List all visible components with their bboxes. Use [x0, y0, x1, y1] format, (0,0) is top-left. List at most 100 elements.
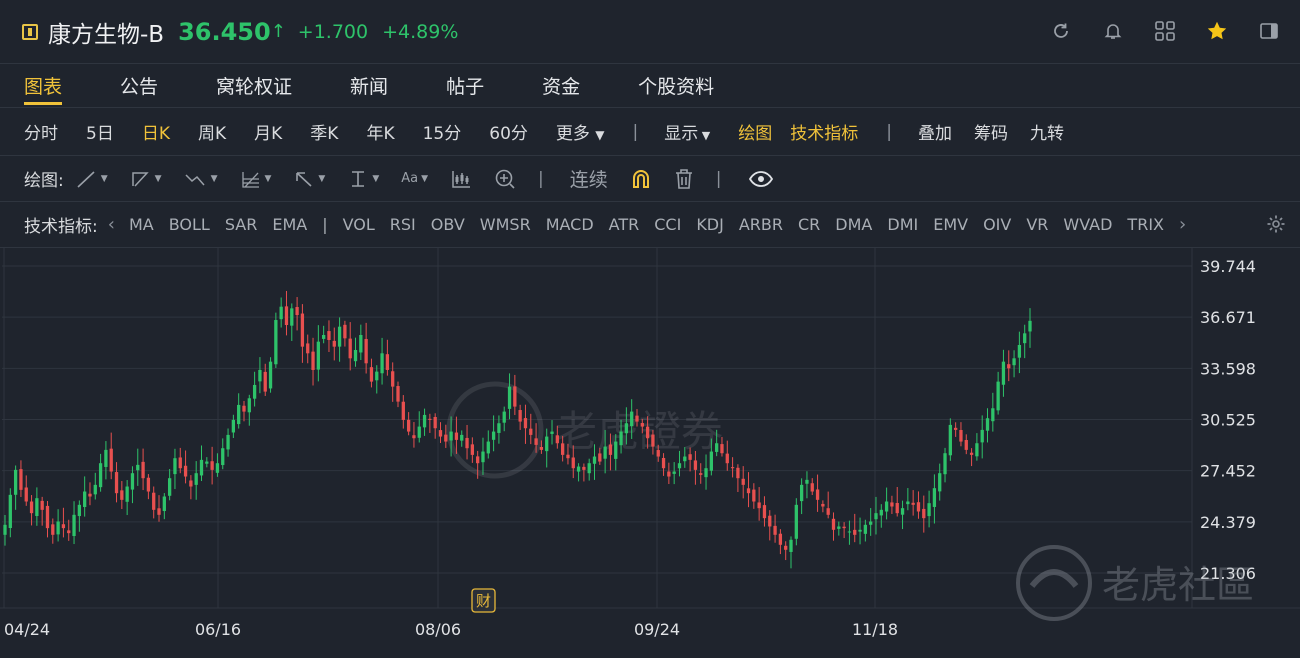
bell-icon[interactable] [1100, 18, 1126, 44]
indicator-ema[interactable]: EMA [272, 215, 307, 234]
tab-news[interactable]: 新闻 [350, 64, 388, 108]
indicator-cr[interactable]: CR [798, 215, 820, 234]
tab-chart[interactable]: 图表 [24, 64, 63, 108]
candle-body [587, 463, 591, 474]
candle-body [789, 539, 793, 552]
period-5day[interactable]: 5日 [86, 119, 114, 144]
period-60min[interactable]: 60分 [489, 119, 528, 144]
chevron-right-icon[interactable]: › [1179, 214, 1186, 235]
candle-body [507, 386, 512, 409]
indicator-kdj[interactable]: KDJ [696, 215, 724, 234]
fib-tool-icon[interactable]: ▼ [240, 169, 271, 189]
candle-body [975, 443, 979, 457]
zoom-in-icon[interactable] [494, 168, 516, 190]
x-tick-label: 11/18 [852, 620, 898, 639]
tab-warrants[interactable]: 窝轮权证 [216, 64, 292, 108]
eye-icon[interactable] [748, 169, 774, 189]
grid-icon[interactable] [1152, 18, 1178, 44]
candle-body [385, 354, 390, 370]
x-axis-labels: 04/24 06/16 08/06 09/24 11/18 [4, 620, 898, 639]
candle-body [736, 467, 740, 479]
indicator-rsi[interactable]: RSI [390, 215, 416, 234]
kline-chart[interactable]: 老虎證券 39.744 36.671 33.598 30.525 27.452 24.37… [0, 248, 1300, 654]
candles [3, 290, 1032, 569]
more-label: 更多 [555, 124, 590, 144]
tab-announcements[interactable]: 公告 [120, 64, 158, 108]
tab-capital[interactable]: 资金 [542, 64, 580, 108]
indicator-arbr[interactable]: ARBR [739, 215, 783, 234]
candle-body [77, 504, 81, 517]
polyline-tool-icon[interactable]: ▼ [130, 169, 162, 189]
candle-tool-icon[interactable] [450, 169, 472, 189]
candle-body [136, 464, 140, 471]
indicators-toggle[interactable]: 技术指标 [790, 119, 858, 144]
indicator-ma[interactable]: MA [129, 215, 154, 234]
wave-tool-icon[interactable]: ▼ [184, 169, 218, 189]
period-monthly[interactable]: 月K [254, 119, 282, 144]
indicator-boll[interactable]: BOLL [169, 215, 210, 234]
display-dropdown[interactable]: 显示 ▼ [664, 119, 710, 144]
candle-body [837, 526, 841, 529]
indicator-vr[interactable]: VR [1026, 215, 1048, 234]
indicator-dmi[interactable]: DMI [887, 215, 918, 234]
text-tool-icon[interactable]: Aa ▼ [401, 171, 428, 186]
period-15min[interactable]: 15分 [423, 119, 462, 144]
period-daily[interactable]: 日K [142, 119, 170, 144]
candle-body [417, 426, 421, 438]
candle-body [810, 483, 814, 492]
indicator-wmsr[interactable]: WMSR [480, 215, 531, 234]
candle-body [614, 441, 618, 459]
candle-body [13, 469, 18, 495]
kline-chart-svg[interactable]: 老虎證券 39.744 36.671 33.598 30.525 27.452 24.37… [0, 248, 1300, 654]
refresh-icon[interactable] [1048, 18, 1074, 44]
candle-body [406, 419, 411, 432]
indicator-dma[interactable]: DMA [835, 215, 872, 234]
indicator-trix[interactable]: TRIX [1127, 215, 1164, 234]
candle-body [141, 461, 145, 479]
star-icon[interactable] [1204, 18, 1230, 44]
indicator-cci[interactable]: CCI [654, 215, 681, 234]
candle-body [529, 428, 533, 435]
candle-body [778, 533, 783, 545]
indicator-wvad[interactable]: WVAD [1063, 215, 1112, 234]
indicator-sar[interactable]: SAR [225, 215, 258, 234]
period-yearly[interactable]: 年K [366, 119, 394, 144]
separator: | [886, 121, 892, 142]
nine-turn-button[interactable]: 九转 [1030, 119, 1064, 144]
overlay-button[interactable]: 叠加 [918, 119, 952, 144]
indicator-vol[interactable]: VOL [343, 215, 375, 234]
side-panel-icon[interactable] [1256, 18, 1282, 44]
candle-body [518, 410, 522, 422]
candle-body [274, 320, 278, 365]
measure-tool-icon[interactable]: ▼ [347, 169, 379, 189]
indicator-atr[interactable]: ATR [609, 215, 640, 234]
indicator-oiv[interactable]: OIV [983, 215, 1011, 234]
tab-profile[interactable]: 个股资料 [638, 64, 714, 108]
gear-icon[interactable] [1266, 214, 1286, 239]
chips-button[interactable]: 筹码 [974, 119, 1008, 144]
candle-body [120, 490, 124, 500]
candle-body [688, 454, 692, 460]
candle-body [438, 430, 443, 437]
chevron-left-icon[interactable]: ‹ [108, 214, 115, 235]
indicator-macd[interactable]: MACD [546, 215, 594, 234]
candle-body [83, 491, 87, 508]
period-intraday[interactable]: 分时 [24, 119, 58, 144]
draw-toggle[interactable]: 绘图 [738, 119, 772, 144]
period-quarterly[interactable]: 季K [310, 119, 338, 144]
indicator-emv[interactable]: EMV [933, 215, 968, 234]
candle-body [922, 508, 926, 519]
arrow-tool-icon[interactable]: ▼ [293, 169, 325, 189]
candle-body [19, 469, 23, 490]
indicator-obv[interactable]: OBV [431, 215, 465, 234]
tab-posts[interactable]: 帖子 [446, 64, 484, 108]
magnet-icon[interactable] [630, 168, 652, 190]
line-tool-icon[interactable]: ▼ [76, 169, 108, 189]
continuous-toggle[interactable]: 连续 [570, 165, 608, 192]
candle-body [343, 324, 347, 339]
candle-body [162, 496, 166, 512]
candle-body [268, 361, 273, 389]
period-weekly[interactable]: 周K [198, 119, 226, 144]
trash-icon[interactable] [674, 168, 694, 190]
more-dropdown[interactable]: 更多 ▼ [556, 119, 605, 144]
